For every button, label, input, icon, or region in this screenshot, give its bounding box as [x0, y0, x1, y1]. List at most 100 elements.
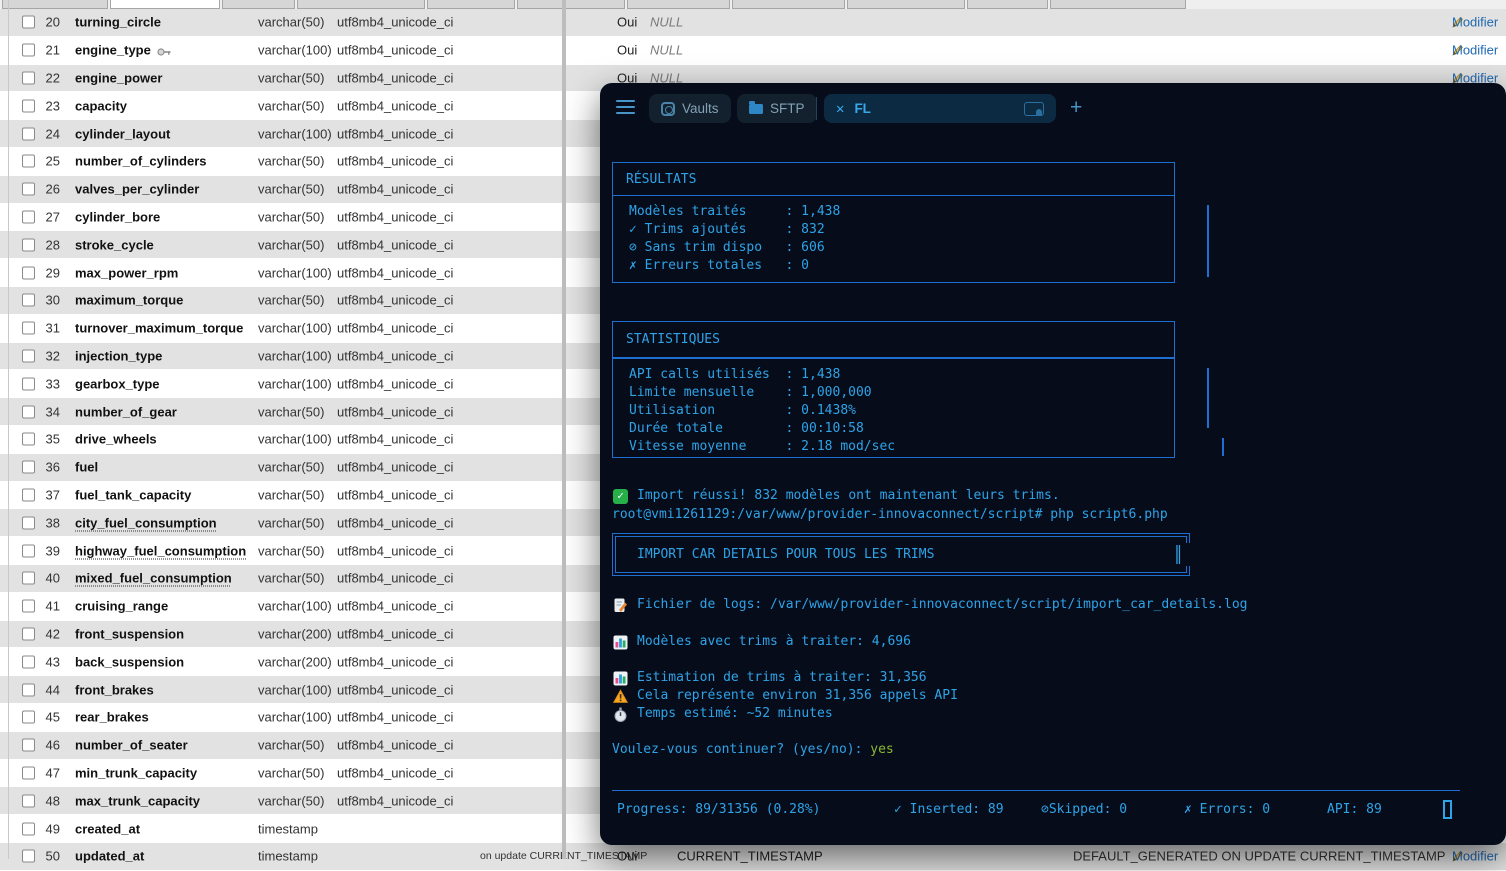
stats-line: Utilisation : 0.1438% — [629, 403, 856, 418]
column-collation: utf8mb4_unicode_ci — [337, 98, 454, 114]
stray-line — [1207, 205, 1209, 277]
pma-tab[interactable] — [110, 0, 220, 9]
column-collation: utf8mb4_unicode_ci — [337, 153, 454, 169]
pma-tab[interactable] — [732, 0, 845, 9]
column-null: Oui — [617, 14, 638, 30]
modify-link-label[interactable]: Modifier — [1452, 15, 1498, 30]
table-row: 20 turning_circle varchar(50) utf8mb4_unico… — [0, 9, 1506, 37]
header-divider — [816, 97, 817, 120]
modify-link[interactable]: Modifier — [1452, 15, 1498, 30]
column-type: varchar(200) — [258, 626, 332, 642]
pma-tab[interactable] — [222, 0, 295, 9]
banner-border-gap — [1185, 543, 1192, 566]
column-type: varchar(50) — [258, 14, 325, 30]
column-type: timestamp — [258, 821, 318, 836]
column-name: valves_per_cylinder — [75, 181, 200, 197]
column-collation: utf8mb4_unicode_ci — [337, 181, 454, 197]
log-file-line: Fichier de logs: /var/www/provider-innov… — [613, 596, 1247, 614]
tab-label: FL — [854, 101, 871, 116]
column-name: number_of_seater — [75, 737, 188, 753]
column-name: maximum_torque — [75, 292, 184, 308]
column-name: front_brakes — [75, 682, 154, 698]
modify-link[interactable]: Modifier — [1452, 43, 1498, 58]
column-name: front_suspension — [75, 626, 185, 642]
row-number: 42 — [45, 626, 60, 642]
close-tab-icon[interactable]: ✕ — [836, 101, 844, 117]
vaults-button[interactable]: Vaults — [649, 94, 731, 123]
status-item: API: 89 — [1327, 802, 1382, 817]
table-row: 50 updated_at timestamp on update CURRENT_T… — [0, 842, 1506, 871]
column-type: varchar(50) — [258, 70, 325, 86]
column-type: varchar(200) — [258, 654, 332, 670]
pma-tab[interactable] — [427, 0, 515, 9]
column-collation: utf8mb4_unicode_ci — [337, 515, 454, 531]
column-name: cruising_range — [75, 598, 169, 614]
column-name: city_fuel_consumption — [75, 515, 217, 531]
column-name: drive_wheels — [75, 431, 157, 447]
modify-link-label[interactable]: Modifier — [1452, 849, 1498, 864]
import-success-text: Import réussi! 832 modèles ont maintenan… — [637, 488, 1060, 503]
time-estimate-text: Temps estimé: ~52 minutes — [637, 706, 833, 721]
status-item: ✗ Errors: 0 — [1184, 802, 1271, 817]
bar-chart-icon — [613, 671, 628, 685]
modify-link-label[interactable]: Modifier — [1452, 43, 1498, 58]
row-number: 35 — [45, 431, 60, 447]
row-number: 47 — [45, 765, 60, 781]
row-number: 46 — [45, 737, 60, 753]
sftp-button[interactable]: SFTP — [737, 94, 817, 123]
row-number: 31 — [45, 320, 60, 336]
stats-box-header: STATISTIQUES — [612, 321, 1175, 358]
pma-tab[interactable] — [967, 0, 1048, 9]
column-type: varchar(100) — [258, 598, 332, 614]
tab-fl[interactable]: ✕ FL — [824, 94, 1056, 123]
column-type: varchar(50) — [258, 404, 325, 420]
row-number: 36 — [45, 459, 60, 475]
new-tab-button[interactable]: + — [1070, 95, 1082, 121]
sftp-button-label: SFTP — [770, 101, 805, 116]
column-type: varchar(50) — [258, 459, 325, 475]
column-collation: utf8mb4_unicode_ci — [337, 654, 454, 670]
column-type: timestamp — [258, 848, 318, 864]
api-warning-text: Cela représente environ 31,356 appels AP… — [637, 688, 958, 703]
banner-title: IMPORT CAR DETAILS POUR TOUS LES TRIMS — [637, 547, 935, 562]
confirm-question: Voulez-vous continuer? (yes/no): — [612, 742, 871, 757]
host-terminal-icon — [1024, 101, 1044, 116]
banner-cursor-mark: ║ — [1173, 545, 1183, 564]
column-name: max_power_rpm — [75, 265, 179, 281]
pma-tab[interactable] — [517, 0, 625, 9]
pma-tab[interactable] — [847, 0, 965, 9]
column-collation: utf8mb4_unicode_ci — [337, 682, 454, 698]
column-collation: utf8mb4_unicode_ci — [337, 320, 454, 336]
column-collation: utf8mb4_unicode_ci — [337, 404, 454, 420]
pma-tab[interactable] — [297, 0, 425, 9]
column-name: created_at — [75, 821, 141, 836]
stats-title: STATISTIQUES — [626, 332, 720, 347]
menu-icon[interactable] — [616, 100, 635, 116]
column-name: fuel — [75, 459, 99, 475]
modify-link[interactable]: Modifier — [1452, 849, 1498, 864]
column-type: varchar(50) — [258, 570, 325, 586]
column-collation: utf8mb4_unicode_ci — [337, 209, 454, 225]
pma-tab-strip — [0, 0, 1506, 9]
estimate-text: Estimation de trims à traiter: 31,356 — [637, 670, 927, 685]
progress-text: Progress: 89/31356 (0.28%) — [617, 802, 821, 817]
table-row: 21 engine_type varchar(100) utf8mb4_unicode… — [0, 36, 1506, 65]
column-type: varchar(50) — [258, 487, 325, 503]
row-number: 33 — [45, 376, 60, 392]
models-count-line: Modèles avec trims à traiter: 4,696 — [613, 633, 911, 651]
column-collation: utf8mb4_unicode_ci — [337, 42, 454, 58]
pma-tab[interactable] — [627, 0, 730, 9]
column-type: varchar(50) — [258, 737, 325, 753]
pma-tab[interactable] — [1050, 0, 1186, 9]
column-name: injection_type — [75, 348, 163, 364]
import-banner-box: IMPORT CAR DETAILS POUR TOUS LES TRIMS ║ — [612, 533, 1192, 576]
table-left-border — [8, 0, 9, 859]
column-collation: utf8mb4_unicode_ci — [337, 237, 454, 253]
row-number: 38 — [45, 515, 60, 531]
column-type: varchar(50) — [258, 181, 325, 197]
row-number: 37 — [45, 487, 60, 503]
pma-tab[interactable] — [2, 0, 108, 9]
column-type: varchar(100) — [258, 682, 332, 698]
row-number: 28 — [45, 237, 60, 253]
row-number: 20 — [45, 14, 60, 30]
